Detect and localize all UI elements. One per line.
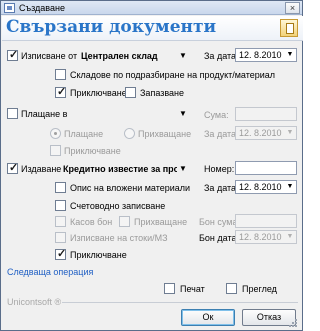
reserve-label: Запазване (140, 88, 185, 98)
issue-dropdown-icon[interactable]: ▼ (178, 164, 188, 174)
ok-button[interactable]: Ок (181, 309, 235, 326)
receipt-label: Прихващане (138, 129, 192, 139)
issue-number-field[interactable] (235, 161, 297, 175)
issued-from-date-value: 12. 8.2010 (239, 50, 282, 60)
preview-checkbox[interactable] (226, 283, 237, 294)
reserve-checkbox[interactable] (125, 87, 136, 98)
payment-sum-label: Сума: (204, 110, 229, 120)
receipt-date-label: Бон дата: (199, 233, 239, 243)
app-icon (4, 3, 15, 13)
receipt-sum-field[interactable] (235, 214, 297, 228)
issued-from-checkbox[interactable] (7, 48, 18, 61)
issue-number-label: Номер: (204, 164, 235, 174)
payment-posting-label: Приключване (64, 146, 121, 156)
offset-label: Прихващане (134, 217, 188, 227)
receipt-date-value: 12. 8.2010 (239, 232, 282, 242)
issue-posting-label: Приключване (70, 250, 127, 260)
issue-label: Издаване (21, 164, 62, 174)
payout-radio[interactable] (50, 128, 61, 139)
close-button[interactable]: × (285, 2, 300, 14)
default-store-checkbox[interactable] (55, 69, 66, 80)
accounting-entry-checkbox[interactable] (55, 200, 66, 211)
next-operation-link[interactable]: Следваща операция (7, 267, 93, 277)
payment-sum-field[interactable] (235, 107, 297, 121)
footer-divider (62, 302, 298, 303)
issued-from-warehouse-value[interactable]: Централен склад (81, 51, 158, 61)
payment-dropdown-icon[interactable]: ▼ (178, 109, 188, 119)
title-bar: Създаване × (1, 1, 302, 15)
issued-from-label: Изписване от (21, 51, 78, 61)
cash-receipt-label: Касов бон (70, 217, 113, 227)
payment-date-dropdown-icon[interactable]: ▼ (285, 127, 295, 139)
receipt-sum-label: Бон сума: (199, 217, 240, 227)
issued-from-dropdown-icon[interactable]: ▼ (178, 51, 188, 61)
default-store-label: Складове по подразбиране на продукт/мате… (70, 70, 276, 80)
issued-from-posting-checkbox[interactable] (55, 85, 66, 98)
accounting-entry-label: Счетоводно записване (70, 201, 166, 211)
goods-issue-checkbox[interactable] (55, 232, 66, 243)
offset-checkbox[interactable] (119, 216, 130, 227)
issued-from-date-field[interactable]: 12. 8.2010 ▼ (235, 48, 297, 62)
page-title: Свързани документи (6, 17, 217, 37)
issue-posting-checkbox[interactable] (55, 247, 66, 260)
payment-date-field[interactable]: 12. 8.2010 ▼ (235, 126, 297, 140)
issued-from-posting-label: Приключване (70, 88, 127, 98)
materials-list-checkbox[interactable] (55, 182, 66, 193)
cash-receipt-checkbox[interactable] (55, 216, 66, 227)
payout-label: Плащане (64, 129, 104, 139)
payment-checkbox[interactable] (7, 108, 18, 119)
issued-from-date-dropdown-icon[interactable]: ▼ (285, 49, 295, 61)
payment-date-label: За дата: (204, 129, 239, 139)
receipt-date-field[interactable]: 12. 8.2010 ▼ (235, 230, 297, 244)
goods-issue-label: Изписване на стоки/МЗ (70, 233, 168, 243)
issued-from-date-label: За дата: (204, 51, 239, 61)
payment-date-value: 12. 8.2010 (239, 128, 282, 138)
payment-posting-checkbox[interactable] (50, 145, 61, 156)
print-checkbox[interactable] (164, 283, 175, 294)
document-icon (280, 19, 298, 37)
window-title: Създаване (19, 3, 65, 13)
materials-list-label: Опис на вложени материали (70, 183, 191, 193)
brand-label: Unicontsoft ® (7, 297, 62, 307)
print-label: Печат (180, 284, 205, 294)
resize-grip-icon[interactable] (288, 318, 298, 328)
receipt-date-dropdown-icon[interactable]: ▼ (285, 231, 295, 243)
dialog-header: Свързани документи (2, 16, 303, 41)
payment-label: Плащане в (21, 109, 68, 119)
issue-date-label: За дата: (204, 183, 239, 193)
issue-date-field[interactable]: 12. 8.2010 ▼ (235, 180, 297, 194)
issue-checkbox[interactable] (7, 161, 18, 174)
issue-document-type-value[interactable]: Кредитно известие за прода: (63, 164, 177, 174)
receipt-radio[interactable] (124, 128, 135, 139)
preview-label: Преглед (242, 284, 277, 294)
issue-date-value: 12. 8.2010 (239, 182, 282, 192)
issue-date-dropdown-icon[interactable]: ▼ (285, 181, 295, 193)
